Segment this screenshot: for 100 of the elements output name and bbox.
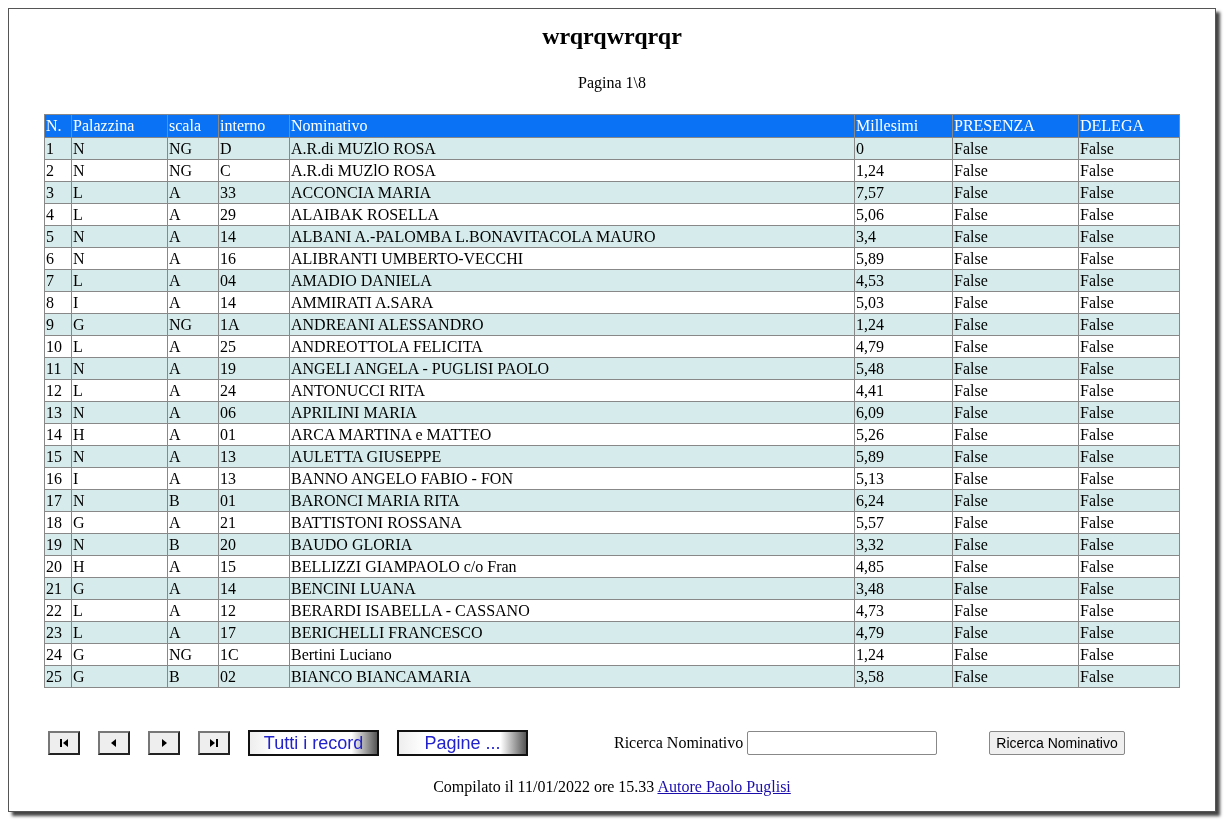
table-cell: I — [71, 291, 168, 314]
table-cell: False — [1078, 203, 1180, 226]
skip-last-icon — [208, 737, 220, 749]
table-cell: False — [1078, 511, 1180, 534]
table-cell: A — [167, 555, 219, 578]
table-cell: N — [71, 159, 168, 182]
table-cell: False — [952, 291, 1079, 314]
table-cell: 13 — [218, 467, 290, 490]
table-cell: 5,06 — [854, 203, 953, 226]
table-cell: 16 — [218, 247, 290, 270]
table-cell: AMMIRATI A.SARA — [289, 291, 855, 314]
table-cell: 5,03 — [854, 291, 953, 314]
table-cell: ALIBRANTI UMBERTO-VECCHI — [289, 247, 855, 270]
table-cell: 16 — [44, 467, 72, 490]
table-cell: BERARDI ISABELLA - CASSANO — [289, 599, 855, 622]
next-page-button[interactable] — [148, 731, 180, 755]
search-button[interactable]: Ricerca Nominativo — [989, 731, 1125, 755]
table-cell: A.R.di MUZlO ROSA — [289, 159, 855, 182]
table-cell: ANTONUCCI RITA — [289, 379, 855, 402]
table-cell: ARCA MARTINA e MATTEO — [289, 423, 855, 446]
search-field[interactable] — [747, 731, 938, 755]
table-cell: A — [167, 467, 219, 490]
table-cell: 5 — [44, 225, 72, 248]
table-cell: APRILINI MARIA — [289, 401, 855, 424]
table-cell: 9 — [44, 313, 72, 336]
table-cell: N — [71, 247, 168, 270]
table-cell: A — [167, 335, 219, 358]
table-cell: BATTISTONI ROSSANA — [289, 511, 855, 534]
table-cell: NG — [167, 643, 219, 666]
table-cell: ANDREOTTOLA FELICITA — [289, 335, 855, 358]
author-link[interactable]: Autore Paolo Puglisi — [657, 778, 791, 795]
table-cell: False — [1078, 335, 1180, 358]
column-header: Nominativo — [289, 114, 855, 138]
page-title: wrqrqwrqrqr — [542, 23, 682, 50]
table-cell: 21 — [218, 511, 290, 534]
table-cell: H — [71, 423, 168, 446]
first-page-button[interactable] — [48, 731, 80, 755]
table-cell: 19 — [44, 533, 72, 556]
table-cell: False — [1078, 599, 1180, 622]
table-cell: L — [71, 335, 168, 358]
table-cell: ACCONCIA MARIA — [289, 181, 855, 204]
table-cell: 24 — [218, 379, 290, 402]
table-cell: False — [1078, 247, 1180, 270]
table-cell: False — [1078, 467, 1180, 490]
table-cell: Bertini Luciano — [289, 643, 855, 666]
table-cell: 1,24 — [854, 643, 953, 666]
table-cell: 20 — [44, 555, 72, 578]
footer-text: Compilato il 11/01/2022 ore 15.33 Autore Paolo Puglisi — [433, 778, 791, 796]
table-cell: 6 — [44, 247, 72, 270]
image-button[interactable]: Tutti i record — [248, 730, 379, 756]
table-cell: False — [1078, 159, 1180, 182]
column-header: N. — [44, 114, 72, 138]
table-cell: AULETTA GIUSEPPE — [289, 445, 855, 468]
table-cell: False — [952, 643, 1079, 666]
table-cell: False — [952, 555, 1079, 578]
table-cell: A — [167, 291, 219, 314]
table-cell: A — [167, 379, 219, 402]
table-cell: 21 — [44, 577, 72, 600]
table-cell: False — [952, 159, 1079, 182]
table-cell: 8 — [44, 291, 72, 314]
table-cell: ANGELI ANGELA - PUGLISI PAOLO — [289, 357, 855, 380]
table-cell: C — [218, 159, 290, 182]
table-cell: False — [952, 599, 1079, 622]
table-cell: ALAIBAK ROSELLA — [289, 203, 855, 226]
table-cell: 10 — [44, 335, 72, 358]
table-cell: 5,26 — [854, 423, 953, 446]
table-cell: H — [71, 555, 168, 578]
column-header: Millesimi — [854, 114, 953, 138]
table-cell: 4,41 — [854, 379, 953, 402]
table-cell: False — [952, 335, 1079, 358]
page-indicator: Pagina 1\8 — [578, 74, 646, 92]
table-cell: 2 — [44, 159, 72, 182]
table-cell: BELLIZZI GIAMPAOLO c/o Fran — [289, 555, 855, 578]
table-cell: 3 — [44, 181, 72, 204]
table-cell: BANNO ANGELO FABIO - FON — [289, 467, 855, 490]
last-page-button[interactable] — [198, 731, 230, 755]
search-label: Ricerca Nominativo — [614, 734, 744, 752]
table-cell: ALBANI A.-PALOMBA L.BONAVITACOLA MAURO — [289, 225, 855, 248]
table-cell: 15 — [44, 445, 72, 468]
table-cell: False — [952, 203, 1079, 226]
table-cell: False — [952, 379, 1079, 402]
table-cell: AMADIO DANIELA — [289, 269, 855, 292]
table-cell: A — [167, 511, 219, 534]
table-cell: L — [71, 599, 168, 622]
table-cell: BAUDO GLORIA — [289, 533, 855, 556]
table-cell: 14 — [44, 423, 72, 446]
previous-page-button[interactable] — [98, 731, 130, 755]
table-cell: BARONCI MARIA RITA — [289, 489, 855, 512]
column-header: DELEGA — [1078, 114, 1180, 138]
table-cell: False — [952, 511, 1079, 534]
table-cell: False — [952, 467, 1079, 490]
table-cell: BENCINI LUANA — [289, 577, 855, 600]
table-cell: ANDREANI ALESSANDRO — [289, 313, 855, 336]
table-cell: False — [1078, 643, 1180, 666]
table-cell: 13 — [44, 401, 72, 424]
image-button[interactable]: Pagine ... — [397, 730, 528, 756]
table-cell: L — [71, 203, 168, 226]
table-cell: 29 — [218, 203, 290, 226]
table-cell: 4 — [44, 203, 72, 226]
table-cell: 11 — [44, 357, 72, 380]
